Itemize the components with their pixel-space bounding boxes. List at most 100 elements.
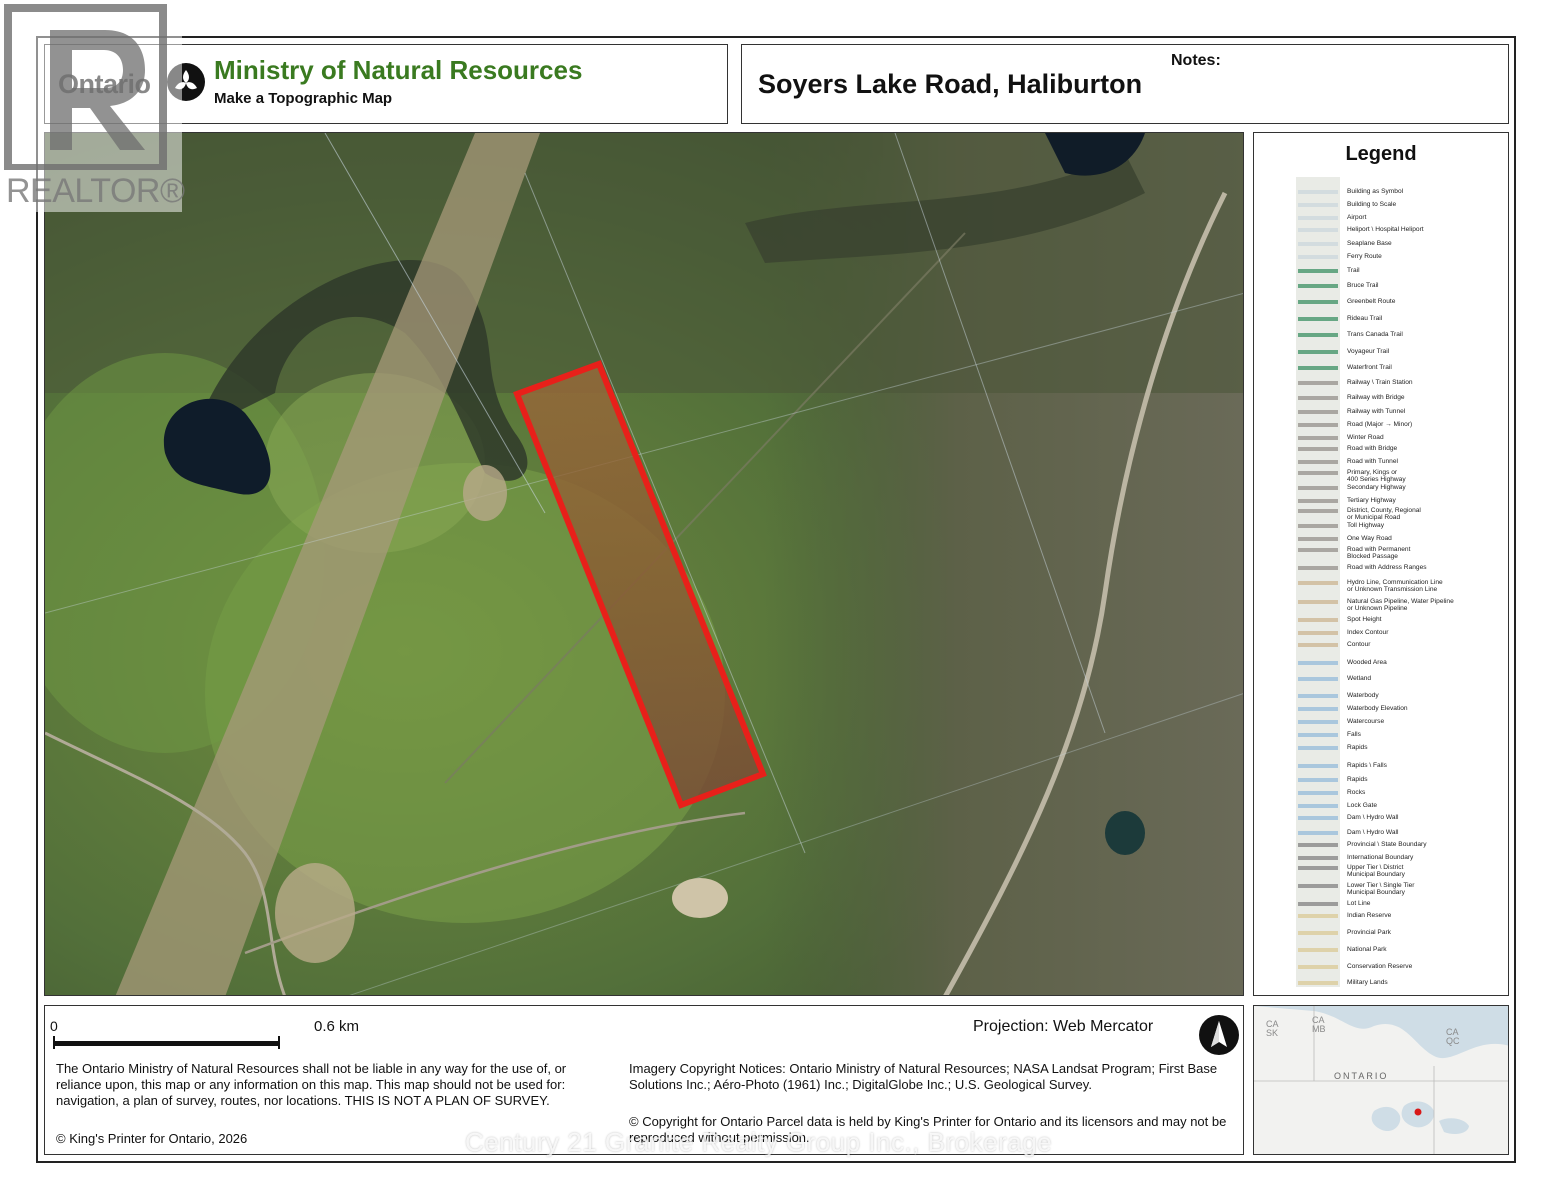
legend-item-label: Lower Tier \ Single Tier Municipal Bound… — [1347, 882, 1415, 896]
legend-symbol — [1298, 509, 1338, 513]
legend-symbol — [1298, 948, 1338, 952]
legend-symbol — [1298, 216, 1338, 220]
legend-item-label: Rideau Trail — [1347, 315, 1383, 322]
legend-item-label: Bruce Trail — [1347, 282, 1379, 289]
legend-item-label: Index Contour — [1347, 629, 1389, 636]
legend-item-label: Heliport \ Hospital Heliport — [1347, 226, 1424, 233]
legend-item-label: Waterbody — [1347, 692, 1379, 699]
legend-item-label: Seaplane Base — [1347, 240, 1392, 247]
legend-item-label: Hydro Line, Communication Line or Unknow… — [1347, 579, 1443, 593]
legend-item-label: Secondary Highway — [1347, 484, 1406, 491]
legend-symbol — [1298, 804, 1338, 808]
legend-item-label: Trail — [1347, 267, 1360, 274]
legend-item-label: Wooded Area — [1347, 659, 1387, 666]
location-marker — [1414, 1108, 1422, 1116]
legend-symbol — [1298, 677, 1338, 681]
legend-symbol — [1298, 410, 1338, 414]
legend-item-label: Voyageur Trail — [1347, 348, 1390, 355]
north-arrow-icon — [1199, 1015, 1239, 1055]
notes-label: Notes: — [1171, 52, 1221, 69]
legend-item-label: Spot Height — [1347, 616, 1382, 623]
legend-symbol — [1298, 866, 1338, 870]
legend-symbol — [1298, 778, 1338, 782]
legend-symbol — [1298, 566, 1338, 570]
scale-end-label: 0.6 km — [314, 1018, 360, 1035]
legend-item-label: Road with Tunnel — [1347, 458, 1398, 465]
imagery-notice: Imagery Copyright Notices: Ontario Minis… — [629, 1061, 1218, 1092]
legend-symbol — [1298, 631, 1338, 635]
aerial-map[interactable] — [44, 132, 1244, 996]
legend-symbol — [1298, 447, 1338, 451]
legend-symbol — [1298, 884, 1338, 888]
legend-symbol — [1298, 843, 1338, 847]
legend-item-label: Waterfront Trail — [1347, 364, 1392, 371]
legend-item-label: Watercourse — [1347, 718, 1385, 725]
legend-symbol — [1298, 350, 1338, 354]
legend-symbol — [1298, 733, 1338, 737]
legend-item-label: Dam \ Hydro Wall — [1347, 814, 1399, 821]
liability-disclaimer: The Ontario Ministry of Natural Resource… — [56, 1061, 567, 1108]
legend-symbol — [1298, 190, 1338, 194]
legend-item-label: Rapids \ Falls — [1347, 762, 1387, 769]
legend-item-label: Airport — [1347, 214, 1367, 221]
inset-region-label: CA MB — [1312, 1015, 1326, 1034]
legend-item-label: Railway \ Train Station — [1347, 379, 1413, 386]
legend-symbol — [1298, 300, 1338, 304]
legend-symbol — [1298, 981, 1338, 985]
scale-start-label: 0 — [50, 1018, 58, 1034]
legend-panel: Legend Building as Symbol Building to Sca… — [1253, 132, 1509, 996]
legend-item-label: Rocks — [1347, 789, 1366, 796]
scale-tick-end — [278, 1036, 280, 1049]
legend-symbol — [1298, 269, 1338, 273]
realtor-wordmark: REALTOR® — [6, 172, 185, 210]
legend-symbol — [1298, 707, 1338, 711]
legend-symbol — [1298, 831, 1338, 835]
legend-item-label: Rapids — [1347, 744, 1368, 751]
legend-item-label: Provincial \ State Boundary — [1347, 841, 1427, 848]
inset-region-label: CA SK — [1266, 1019, 1279, 1038]
legend-symbol — [1298, 791, 1338, 795]
legend-symbol — [1298, 764, 1338, 768]
legend-symbol — [1298, 618, 1338, 622]
realtor-watermark: REALTOR® — [0, 0, 185, 212]
legend-item-label: Natural Gas Pipeline, Water Pipeline or … — [1347, 598, 1454, 612]
legend-item-label: Wetland — [1347, 675, 1372, 682]
legend-item-label: Contour — [1347, 641, 1371, 648]
scale-bar — [53, 1041, 279, 1046]
legend-item-label: Road with Address Ranges — [1347, 564, 1427, 571]
legend-symbol — [1298, 524, 1338, 528]
legend-item-label: District, County, Regional or Municipal … — [1347, 507, 1421, 521]
legend-item-label: Road with Permanent Blocked Passage — [1347, 546, 1411, 560]
inset-region-label: ONTARIO — [1334, 1071, 1389, 1081]
legend-item-label: Lot Line — [1347, 900, 1371, 907]
legend-symbol — [1298, 816, 1338, 820]
legend-item-label: Winter Road — [1347, 434, 1384, 441]
map-title: Soyers Lake Road, Haliburton — [758, 69, 1143, 99]
projection-label: Projection: Web Mercator — [973, 1018, 1154, 1035]
legend-symbol — [1298, 661, 1338, 665]
legend-item-label: Toll Highway — [1347, 522, 1385, 529]
legend-item-label: Provincial Park — [1347, 929, 1391, 936]
legend-symbol — [1298, 284, 1338, 288]
legend-symbol — [1298, 460, 1338, 464]
brokerage-watermark: Century 21 Granite Realty Group Inc., Br… — [465, 1127, 1053, 1157]
legend-symbol — [1298, 537, 1338, 541]
legend-symbol — [1298, 914, 1338, 918]
legend-symbol — [1298, 581, 1338, 585]
ministry-name: Ministry of Natural Resources — [214, 55, 583, 85]
legend-symbol — [1298, 600, 1338, 604]
map-subtitle: Make a Topographic Map — [214, 90, 393, 107]
legend-symbol — [1298, 242, 1338, 246]
legend-item-label: Greenbelt Route — [1347, 298, 1396, 305]
legend-symbol — [1298, 366, 1338, 370]
legend-symbol — [1298, 746, 1338, 750]
legend-symbol — [1298, 856, 1338, 860]
legend-item-label: Dam \ Hydro Wall — [1347, 829, 1399, 836]
legend-item-label: Trans Canada Trail — [1347, 331, 1403, 338]
legend-item-label: Building to Scale — [1347, 201, 1397, 208]
scale-tick-start — [53, 1036, 55, 1049]
legend-item-label: International Boundary — [1347, 854, 1414, 861]
legend-symbol — [1298, 255, 1338, 259]
legend-symbol — [1298, 381, 1338, 385]
legend-item-label: National Park — [1347, 946, 1387, 953]
